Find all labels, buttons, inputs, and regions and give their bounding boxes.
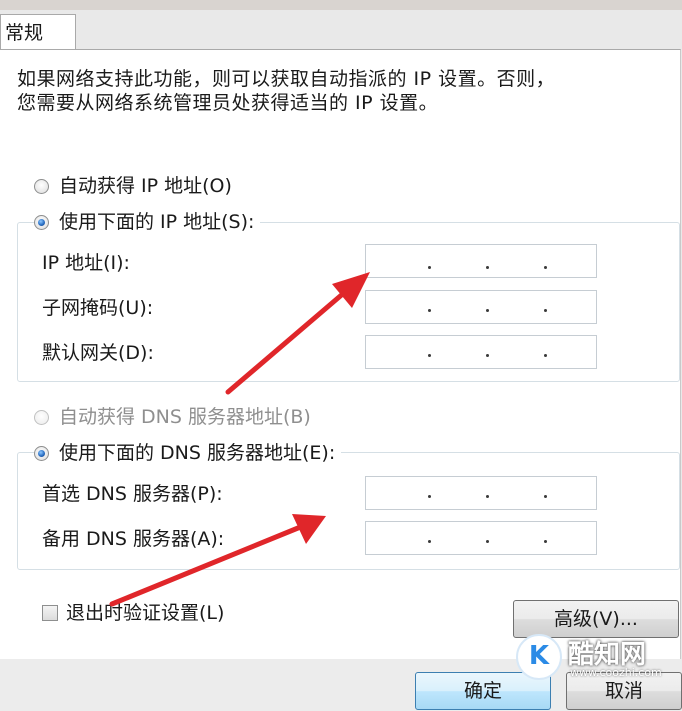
alternate-dns-label: 备用 DNS 服务器(A): — [42, 528, 225, 550]
octet-separator — [544, 540, 547, 543]
octet-separator — [544, 495, 547, 498]
radio-manual-ip[interactable]: 使用下面的 IP 地址(S): — [34, 209, 261, 235]
octet-separator — [544, 266, 547, 269]
watermark-k-icon: K — [516, 634, 562, 680]
radio-manual-dns-label: 使用下面的 DNS 服务器地址(E): — [59, 442, 336, 464]
octet-separator — [428, 309, 431, 312]
octet-separator — [486, 266, 489, 269]
default-gateway-input[interactable] — [365, 335, 597, 369]
subnet-mask-label: 子网掩码(U): — [42, 297, 154, 319]
validate-on-exit-checkbox[interactable]: 退出时验证设置(L) — [42, 600, 224, 626]
ip-address-input[interactable] — [365, 244, 597, 278]
radio-circle-checked[interactable] — [34, 445, 49, 461]
alternate-dns-input[interactable] — [365, 521, 597, 555]
octet-separator — [428, 266, 431, 269]
default-gateway-label: 默认网关(D): — [42, 342, 154, 364]
subnet-mask-input[interactable] — [365, 290, 597, 324]
radio-circle[interactable] — [34, 178, 49, 194]
octet-separator — [544, 309, 547, 312]
description-line-1: 如果网络支持此功能，则可以获取自动指派的 IP 设置。否则， — [17, 68, 556, 90]
checkbox-box[interactable] — [42, 605, 58, 621]
octet-separator — [486, 495, 489, 498]
window-top-edge — [0, 0, 682, 10]
octet-separator — [544, 354, 547, 357]
description-line-2: 您需要从网络系统管理员处获得适当的 IP 设置。 — [17, 92, 439, 114]
ip-address-label: IP 地址(I): — [42, 252, 130, 274]
radio-auto-ip-label: 自动获得 IP 地址(O) — [59, 175, 232, 197]
octet-separator — [486, 309, 489, 312]
octet-separator — [428, 495, 431, 498]
octet-separator — [486, 354, 489, 357]
radio-circle-checked[interactable] — [34, 214, 49, 230]
radio-auto-ip[interactable]: 自动获得 IP 地址(O) — [34, 173, 232, 199]
watermark-url: www.coozhi.com — [570, 666, 662, 679]
octet-separator — [428, 540, 431, 543]
radio-manual-dns[interactable]: 使用下面的 DNS 服务器地址(E): — [34, 440, 342, 466]
octet-separator — [486, 540, 489, 543]
octet-separator — [428, 354, 431, 357]
radio-manual-ip-label: 使用下面的 IP 地址(S): — [59, 211, 255, 233]
preferred-dns-input[interactable] — [365, 476, 597, 510]
radio-auto-dns-label: 自动获得 DNS 服务器地址(B) — [59, 406, 311, 428]
radio-circle[interactable] — [34, 409, 49, 425]
watermark-logo: K 酷知网 www.coozhi.com — [510, 626, 662, 688]
tab-general[interactable]: 常规 — [0, 14, 76, 50]
description-text: 如果网络支持此功能，则可以获取自动指派的 IP 设置。否则， 您需要从网络系统管… — [17, 67, 657, 115]
radio-auto-dns[interactable]: 自动获得 DNS 服务器地址(B) — [34, 404, 311, 430]
validate-on-exit-label: 退出时验证设置(L) — [66, 602, 225, 624]
preferred-dns-label: 首选 DNS 服务器(P): — [42, 483, 223, 505]
